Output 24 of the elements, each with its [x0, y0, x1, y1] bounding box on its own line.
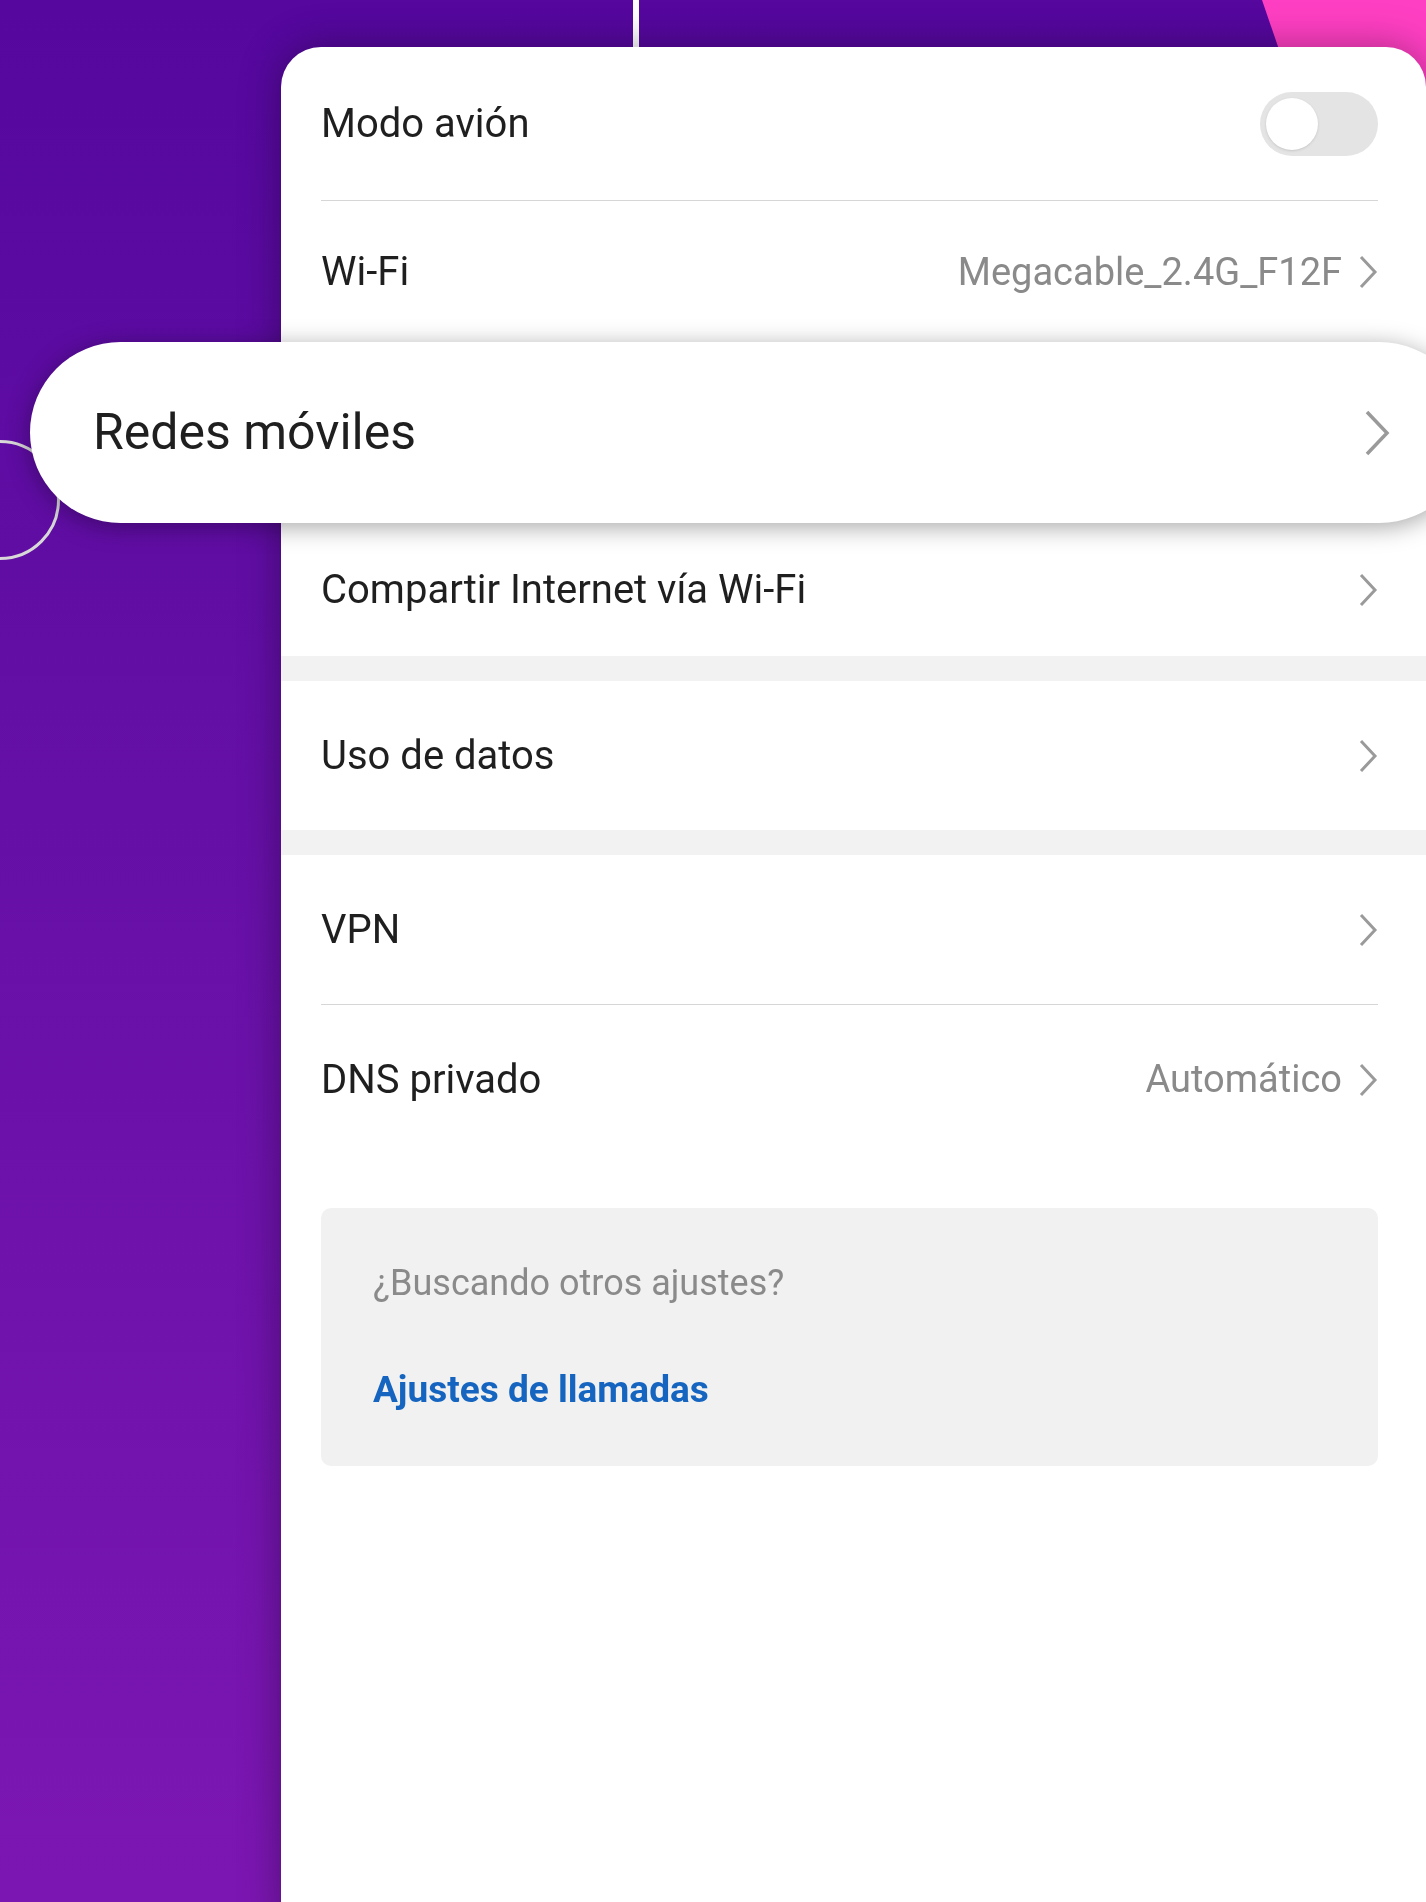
row-label: Uso de datos	[321, 730, 556, 781]
row-value: Megacable_2.4G_F12F	[957, 248, 1342, 296]
row-label: Modo avión	[321, 98, 531, 149]
chevron-right-icon	[1364, 408, 1390, 457]
call-settings-link[interactable]: Ajustes de llamadas	[373, 1362, 709, 1418]
row-label: VPN	[321, 904, 402, 955]
callout-label: Redes móviles	[93, 402, 418, 463]
row-label: Compartir Internet vía Wi-Fi	[321, 565, 808, 615]
row-label: Wi-Fi	[321, 247, 411, 297]
row-label: DNS privado	[321, 1054, 543, 1105]
row-value: Automático	[1145, 1056, 1342, 1103]
settings-row[interactable]: Modo avión	[281, 47, 1378, 200]
chevron-right-icon	[1358, 737, 1378, 774]
settings-row[interactable]: DNS privado Automático	[281, 1005, 1378, 1154]
settings-row[interactable]: Wi-Fi Megacable_2.4G_F12F	[281, 201, 1378, 343]
hint-text: ¿Buscando otros ajustes?	[373, 1261, 786, 1307]
chevron-right-icon	[1358, 572, 1378, 608]
settings-row[interactable]: Uso de datos	[281, 681, 1378, 830]
chevron-right-icon	[1358, 254, 1378, 290]
settings-row[interactable]: VPN	[281, 855, 1378, 1004]
chevron-right-icon	[1358, 911, 1378, 948]
settings-row[interactable]: Compartir Internet vía Wi-Fi	[281, 524, 1378, 656]
mobile-networks-callout[interactable]: Redes móviles	[30, 342, 1426, 523]
chevron-right-icon	[1358, 1061, 1378, 1098]
